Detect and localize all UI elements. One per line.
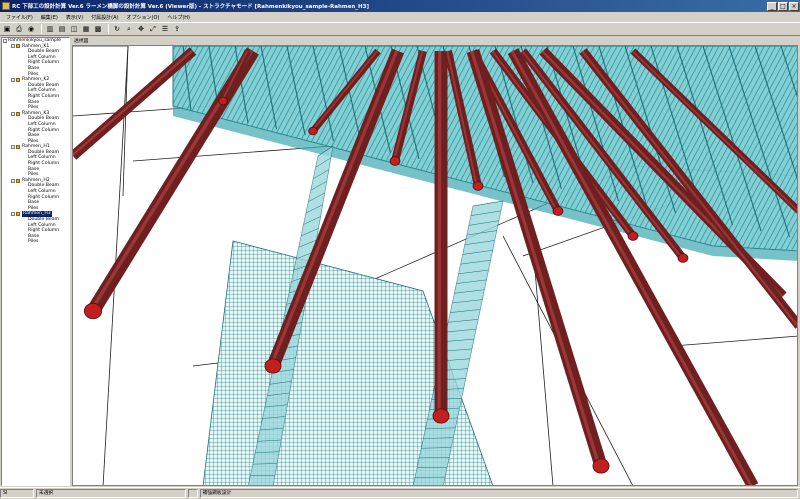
pile-tip <box>592 458 610 474</box>
minimize-button[interactable]: _ <box>767 1 777 11</box>
expand-toggle-icon[interactable]: - <box>11 44 15 49</box>
export-button[interactable]: ⇪ <box>172 24 182 34</box>
status-cell-1: 未選択 <box>35 489 186 498</box>
zoom-icon: ⌕ <box>127 25 131 33</box>
pile-tip <box>472 181 484 191</box>
export-icon: ⇪ <box>174 25 180 33</box>
maximize-icon: □ <box>780 2 786 10</box>
grid-button[interactable]: ▦ <box>81 24 91 34</box>
menu-item-4[interactable]: オプション(O) <box>123 14 164 21</box>
pile-tip <box>83 302 103 320</box>
view-iso-button[interactable]: ◫ <box>69 24 79 34</box>
folder-icon <box>16 145 20 150</box>
app-icon[interactable] <box>2 2 10 10</box>
3d-viewport[interactable] <box>72 45 798 486</box>
minimize-icon: _ <box>770 2 774 10</box>
pile-tip <box>627 231 639 241</box>
view-side-button[interactable]: ▤ <box>57 24 67 34</box>
expand-toggle-icon[interactable]: - <box>11 77 15 82</box>
folder-icon <box>16 111 20 116</box>
expand-toggle-icon[interactable]: - <box>3 38 7 43</box>
rebar-button[interactable]: ☰ <box>160 24 170 34</box>
expand-toggle-icon[interactable]: - <box>11 212 15 217</box>
toolbar: ▣ ⎙ ◉ ▥ ▤ ◫ ▦ ▩ ↻ ⌕ ✥ ⤢ ☰ ⇪ <box>0 22 800 36</box>
pile-tip <box>432 408 450 424</box>
table-button[interactable]: ▩ <box>93 24 103 34</box>
status-bar: SI 未選択 補強鋼板設計 <box>0 487 800 499</box>
table-icon: ▩ <box>94 25 102 33</box>
menu-item-2[interactable]: 表示(V) <box>62 14 87 21</box>
save-icon: ▣ <box>3 25 11 33</box>
fit-button[interactable]: ⤢ <box>148 24 158 34</box>
tree-label: Piles <box>28 239 39 245</box>
view-side-icon: ▤ <box>58 25 66 33</box>
expand-toggle-icon[interactable]: - <box>11 178 15 183</box>
window-title: RC 下部工の設計計算 Ver.6 ラーメン橋脚の設計計算 Ver.6 (Vie… <box>12 4 369 10</box>
status-cell-0: SI <box>0 489 34 498</box>
tree-leaf[interactable]: Piles <box>2 239 69 245</box>
folder-icon <box>16 178 20 183</box>
pan-button[interactable]: ✥ <box>136 24 146 34</box>
pile-tip <box>552 206 564 216</box>
view-iso-icon: ◫ <box>70 25 78 33</box>
expand-toggle-icon[interactable]: - <box>11 145 15 150</box>
zoom-button[interactable]: ⌕ <box>124 24 134 34</box>
structure-tree[interactable]: - Rahmenkikyou_sample - Rahmen_K1 Double Bea… <box>1 37 70 486</box>
close-icon: × <box>791 2 797 10</box>
toolbar-separator <box>108 24 109 34</box>
camera-icon: ◉ <box>27 25 35 33</box>
close-button[interactable]: × <box>789 1 799 11</box>
print-button[interactable]: ⎙ <box>14 24 24 34</box>
save-button[interactable]: ▣ <box>2 24 12 34</box>
menu-bar: ファイル(F) 編集(E) 表示(V) 付属設計(A) オプション(O) ヘルプ(H) <box>0 12 800 22</box>
toolbar-separator <box>41 24 42 34</box>
menu-item-5[interactable]: ヘルプ(H) <box>163 14 194 21</box>
folder-icon <box>16 77 20 82</box>
pile-tip <box>264 358 282 374</box>
expand-toggle-icon[interactable]: - <box>11 111 15 116</box>
column-rebar-mesh <box>202 145 504 485</box>
3d-scene[interactable] <box>73 46 798 486</box>
status-cell-2 <box>187 489 198 498</box>
pile-tip <box>677 253 689 263</box>
maximize-button[interactable]: □ <box>778 1 788 11</box>
menu-item-0[interactable]: ファイル(F) <box>2 14 37 21</box>
pile-tip <box>308 126 318 136</box>
rotate-button[interactable]: ↻ <box>112 24 122 34</box>
pan-icon: ✥ <box>138 25 144 33</box>
folder-icon <box>16 212 20 217</box>
menu-item-1[interactable]: 編集(E) <box>37 14 62 21</box>
rotate-icon: ↻ <box>114 25 120 33</box>
title-bar: RC 下部工の設計計算 Ver.6 ラーメン橋脚の設計計算 Ver.6 (Vie… <box>0 0 800 12</box>
rebar-icon: ☰ <box>161 25 169 33</box>
print-icon: ⎙ <box>16 25 22 33</box>
view-front-button[interactable]: ▥ <box>45 24 55 34</box>
pile-highlight <box>437 50 442 417</box>
folder-icon <box>16 44 20 49</box>
structure-edge <box>672 335 797 347</box>
view-front-icon: ▥ <box>46 25 54 33</box>
status-cell-3: 補強鋼板設計 <box>199 489 798 498</box>
camera-button[interactable]: ◉ <box>26 24 36 34</box>
pile-tip <box>389 156 401 166</box>
menu-item-3[interactable]: 付属設計(A) <box>87 14 122 21</box>
fit-icon: ⤢ <box>150 25 156 33</box>
view-tab[interactable]: 透視図 <box>72 38 798 45</box>
grid-icon: ▦ <box>82 25 90 33</box>
pile-tip <box>218 96 228 106</box>
